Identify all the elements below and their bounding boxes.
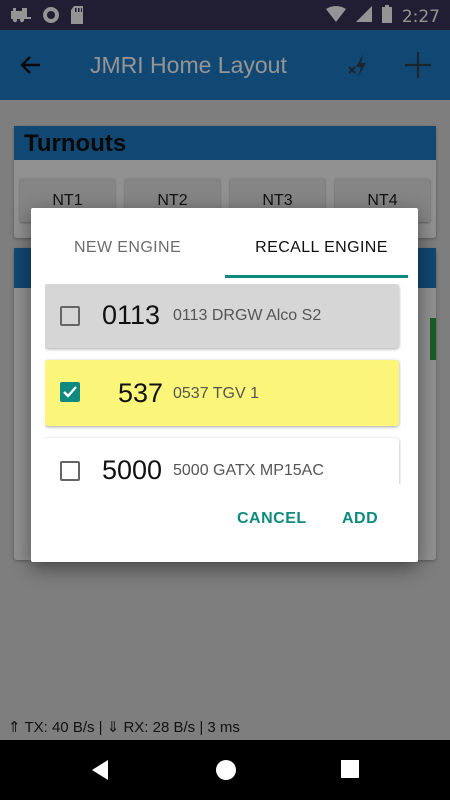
- nav-bar: [0, 740, 450, 800]
- recents-square-icon[interactable]: [340, 759, 360, 784]
- engine-number: 5000: [102, 455, 163, 484]
- engine-number: 537: [118, 378, 164, 408]
- engine-name: 5000 GATX MP15AC: [173, 462, 324, 479]
- check-icon: [63, 386, 77, 398]
- dialog-actions: CANCEL ADD: [31, 498, 418, 538]
- dialog-tabs: NEW ENGINE RECALL ENGINE: [31, 208, 418, 278]
- engine-checkbox[interactable]: [60, 461, 80, 481]
- engine-list[interactable]: 0113 0113 DRGW Alco S2 537 0537 TGV 1 50…: [45, 284, 401, 484]
- engine-dialog: NEW ENGINE RECALL ENGINE 0113 0113 DRGW …: [31, 208, 418, 562]
- tab-indicator: [225, 275, 408, 278]
- add-button[interactable]: ADD: [342, 510, 378, 528]
- engine-row-5000[interactable]: 5000 5000 GATX MP15AC: [45, 438, 399, 484]
- engine-row-537[interactable]: 537 0537 TGV 1: [45, 360, 399, 426]
- engine-checkbox-checked[interactable]: [60, 382, 80, 402]
- engine-row-0113[interactable]: 0113 0113 DRGW Alco S2: [45, 284, 399, 348]
- engine-name: 0537 TGV 1: [173, 385, 259, 402]
- engine-checkbox[interactable]: [60, 306, 80, 326]
- tab-recall-engine[interactable]: RECALL ENGINE: [225, 208, 418, 278]
- cancel-button[interactable]: CANCEL: [237, 510, 307, 528]
- home-circle-icon[interactable]: [215, 759, 237, 786]
- engine-number: 0113: [102, 300, 161, 330]
- tab-new-engine[interactable]: NEW ENGINE: [31, 208, 224, 278]
- engine-name: 0113 DRGW Alco S2: [173, 307, 322, 324]
- back-triangle-icon[interactable]: [90, 759, 110, 786]
